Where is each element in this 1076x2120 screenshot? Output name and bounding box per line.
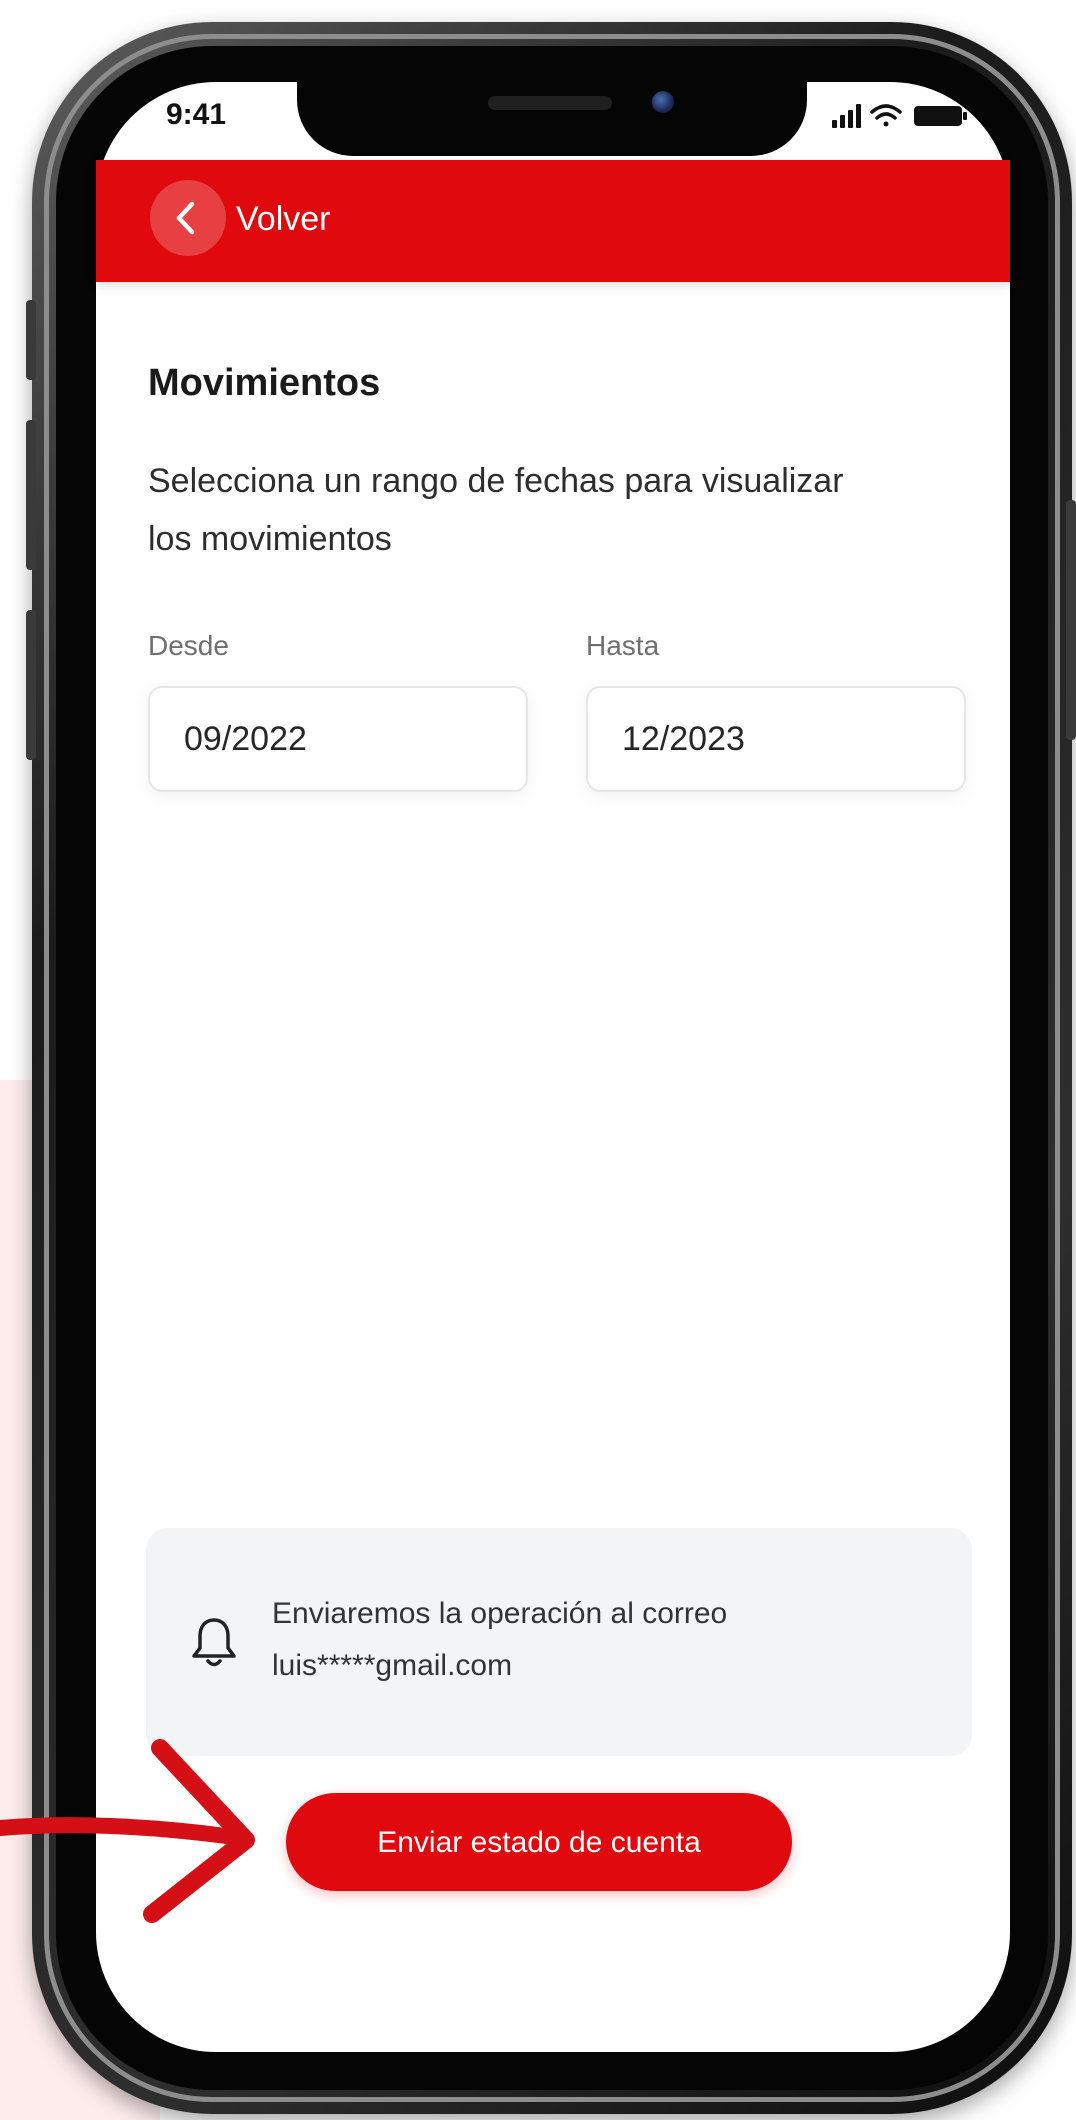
back-label[interactable]: Volver [236,200,331,239]
notice-text-line1: Enviaremos la operación al correo [272,1597,728,1630]
silent-switch [26,300,36,380]
battery-icon [914,106,967,126]
notice-text: Enviaremos la operación al correo luis**… [272,1588,912,1692]
back-button[interactable] [150,180,226,256]
hand-drawn-arrow-icon [0,1739,255,1923]
page-title: Movimientos [148,362,381,404]
wifi-icon [870,104,902,127]
signal-bars-icon [832,104,861,128]
status-icons [832,104,967,128]
front-camera [652,91,674,113]
notice-email: luis*****gmail.com [272,1649,513,1682]
send-statement-button[interactable]: Enviar estado de cuenta [286,1793,792,1891]
volume-up-button [26,420,36,570]
from-date-label: Desde [148,630,229,661]
to-date-field[interactable]: 12/2023 [586,686,966,792]
bell-icon [192,1618,236,1667]
power-button [1066,500,1076,740]
status-time: 9:41 [166,98,227,131]
to-date-label: Hasta [586,630,660,661]
from-date-field[interactable]: 09/2022 [148,686,528,792]
notch [297,82,807,156]
volume-down-button [26,610,36,760]
chevron-left-icon [176,201,195,235]
app-header [96,160,1010,282]
page-subtitle: Selecciona un rango de fechas para visua… [148,462,844,558]
speaker-grille [488,96,612,110]
